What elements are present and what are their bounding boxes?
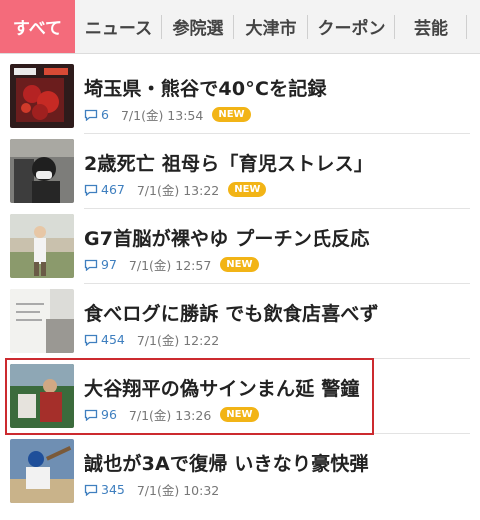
new-badge: NEW xyxy=(220,257,259,272)
comment-bubble-icon xyxy=(84,334,98,346)
tab-election[interactable]: 参院選 xyxy=(162,0,234,53)
thumbnail-news-photo xyxy=(10,214,74,278)
category-tab-bar: すべて ニュース 参院選 大津市 クーポン 芸能 xyxy=(0,0,480,54)
article-item[interactable]: G7首脳が裸やゆ プーチン氏反応 97 7/1(金) 12:57 NEW xyxy=(0,214,480,288)
tab-label: すべて xyxy=(12,19,63,39)
thumbnail-news-photo xyxy=(10,289,74,353)
article-meta: 97 7/1(金) 12:57 NEW xyxy=(84,255,259,274)
tab-label: 参院選 xyxy=(172,19,224,39)
article-meta: 345 7/1(金) 10:32 xyxy=(84,480,219,499)
article-headline: 2歳死亡 祖母ら「育児ストレス」 xyxy=(84,153,374,175)
new-badge: NEW xyxy=(212,107,251,122)
divider xyxy=(84,133,470,134)
tab-entertainment[interactable]: 芸能 xyxy=(395,0,467,53)
article-headline: 食べログに勝訴 でも飲食店喜べず xyxy=(84,303,379,325)
divider xyxy=(84,283,470,284)
article-item[interactable]: 誠也が3Aで復帰 いきなり豪快弾 345 7/1(金) 10:32 xyxy=(0,439,480,513)
thumbnail-heat-map xyxy=(10,64,74,128)
article-timestamp: 7/1(金) 13:54 xyxy=(120,108,204,123)
article-meta: 96 7/1(金) 13:26 NEW xyxy=(84,405,259,424)
article-headline: 誠也が3Aで復帰 いきなり豪快弾 xyxy=(84,453,369,475)
divider xyxy=(84,208,470,209)
divider xyxy=(84,358,470,359)
tab-news[interactable]: ニュース xyxy=(75,0,162,53)
thumbnail-news-photo xyxy=(10,439,74,503)
article-headline: 埼玉県・熊谷で40°Cを記録 xyxy=(84,78,327,100)
article-timestamp: 7/1(金) 10:32 xyxy=(136,483,220,498)
comment-count: 6 xyxy=(101,107,109,122)
comment-bubble-icon xyxy=(84,484,98,496)
article-timestamp: 7/1(金) 13:22 xyxy=(136,183,220,198)
comment-bubble-icon xyxy=(84,259,98,271)
thumbnail-news-photo xyxy=(10,139,74,203)
tab-label: ニュース xyxy=(84,19,153,39)
tab-otsu-city[interactable]: 大津市 xyxy=(234,0,308,53)
article-meta: 454 7/1(金) 12:22 xyxy=(84,330,219,349)
article-meta: 467 7/1(金) 13:22 NEW xyxy=(84,180,267,199)
article-item[interactable]: 2歳死亡 祖母ら「育児ストレス」 467 7/1(金) 13:22 NEW xyxy=(0,139,480,213)
comment-count: 345 xyxy=(101,482,125,497)
tab-next[interactable] xyxy=(467,0,480,53)
tab-coupon[interactable]: クーポン xyxy=(308,0,395,53)
new-badge: NEW xyxy=(228,182,267,197)
comment-count: 97 xyxy=(101,257,117,272)
article-meta: 6 7/1(金) 13:54 NEW xyxy=(84,105,251,124)
article-headline: G7首脳が裸やゆ プーチン氏反応 xyxy=(84,228,370,250)
article-timestamp: 7/1(金) 12:22 xyxy=(136,333,220,348)
article-item[interactable]: 大谷翔平の偽サインまん延 警鐘 96 7/1(金) 13:26 NEW xyxy=(0,364,480,438)
article-timestamp: 7/1(金) 12:57 xyxy=(128,258,212,273)
new-badge: NEW xyxy=(220,407,259,422)
article-item[interactable]: 食べログに勝訴 でも飲食店喜べず 454 7/1(金) 12:22 xyxy=(0,289,480,363)
comment-count: 454 xyxy=(101,332,125,347)
comment-bubble-icon xyxy=(84,409,98,421)
article-headline: 大谷翔平の偽サインまん延 警鐘 xyxy=(84,378,360,400)
article-item[interactable]: 埼玉県・熊谷で40°Cを記録 6 7/1(金) 13:54 NEW xyxy=(0,64,480,138)
article-timestamp: 7/1(金) 13:26 xyxy=(128,408,212,423)
comment-count: 96 xyxy=(101,407,117,422)
comment-count: 467 xyxy=(101,182,125,197)
thumbnail-news-photo xyxy=(10,364,74,428)
divider xyxy=(84,433,470,434)
tab-label: クーポン xyxy=(317,19,386,39)
tab-all[interactable]: すべて xyxy=(0,0,75,53)
tab-label: 大津市 xyxy=(245,19,297,39)
tab-label: 芸能 xyxy=(414,19,448,39)
comment-bubble-icon xyxy=(84,184,98,196)
comment-bubble-icon xyxy=(84,109,98,121)
